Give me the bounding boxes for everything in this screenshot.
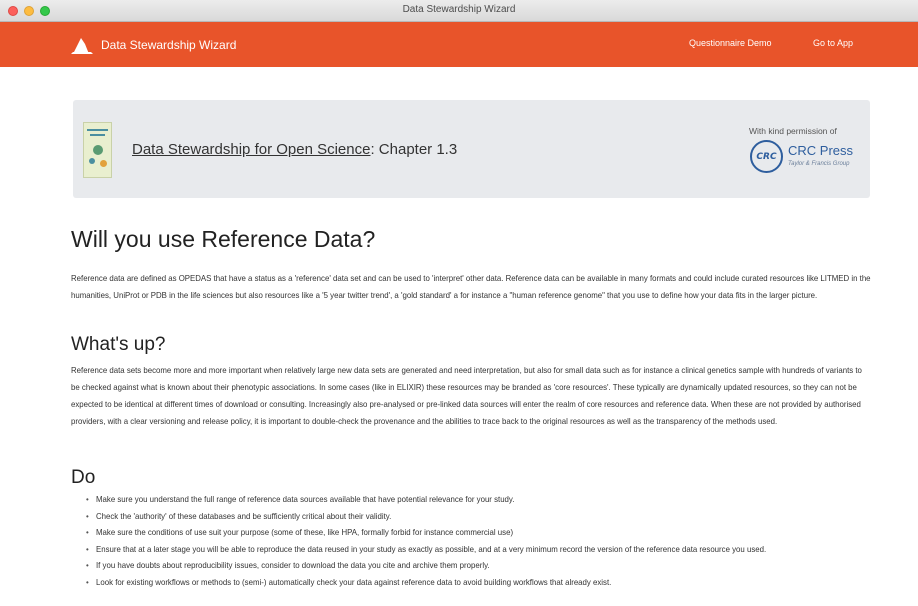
intro-paragraph: Reference data are defined as OPEDAS tha… (71, 274, 871, 300)
do-list: Make sure you understand the full range … (86, 492, 866, 591)
book-cover-image (83, 122, 112, 178)
questionnaire-demo-link[interactable]: Questionnaire Demo (689, 38, 772, 48)
list-item: Make sure you understand the full range … (86, 492, 866, 509)
do-heading: Do (71, 467, 96, 488)
book-chapter-title: Data Stewardship for Open Science: Chapt… (132, 141, 457, 158)
permission-note: With kind permission of (749, 126, 837, 136)
list-item: Check the 'authority' of these databases… (86, 509, 866, 526)
whats-up-paragraph: Reference data sets become more and more… (71, 366, 862, 426)
publisher-name: CRC Press (788, 143, 854, 158)
brand-name: Data Stewardship Wizard (101, 38, 237, 52)
publisher-subtitle: Taylor & Francis Group (788, 161, 850, 167)
crc-logo-icon: CRC (750, 140, 783, 173)
book-chapter-label: : Chapter 1.3 (370, 141, 458, 158)
page-title: Will you use Reference Data? (71, 226, 376, 252)
go-to-app-link[interactable]: Go to App (813, 38, 853, 48)
list-item: Make sure the conditions of use suit you… (86, 525, 866, 542)
brand-link[interactable]: Data Stewardship Wizard (70, 35, 236, 55)
navbar: Data Stewardship Wizard Questionnaire De… (0, 22, 918, 67)
list-item: Ensure that at a later stage you will be… (86, 542, 866, 559)
list-item: Look for existing workflows or methods t… (86, 575, 866, 592)
list-item: If you have doubts about reproducibility… (86, 558, 866, 575)
crc-press-logo[interactable]: CRC CRC Press Taylor & Francis Group (750, 140, 860, 176)
wizard-hat-logo-icon (71, 38, 93, 54)
window-title: Data Stewardship Wizard (402, 4, 516, 15)
whats-up-heading: What's up? (71, 334, 166, 355)
window-titlebar: Data Stewardship Wizard (0, 0, 918, 22)
book-title-link[interactable]: Data Stewardship for Open Science (132, 141, 370, 158)
